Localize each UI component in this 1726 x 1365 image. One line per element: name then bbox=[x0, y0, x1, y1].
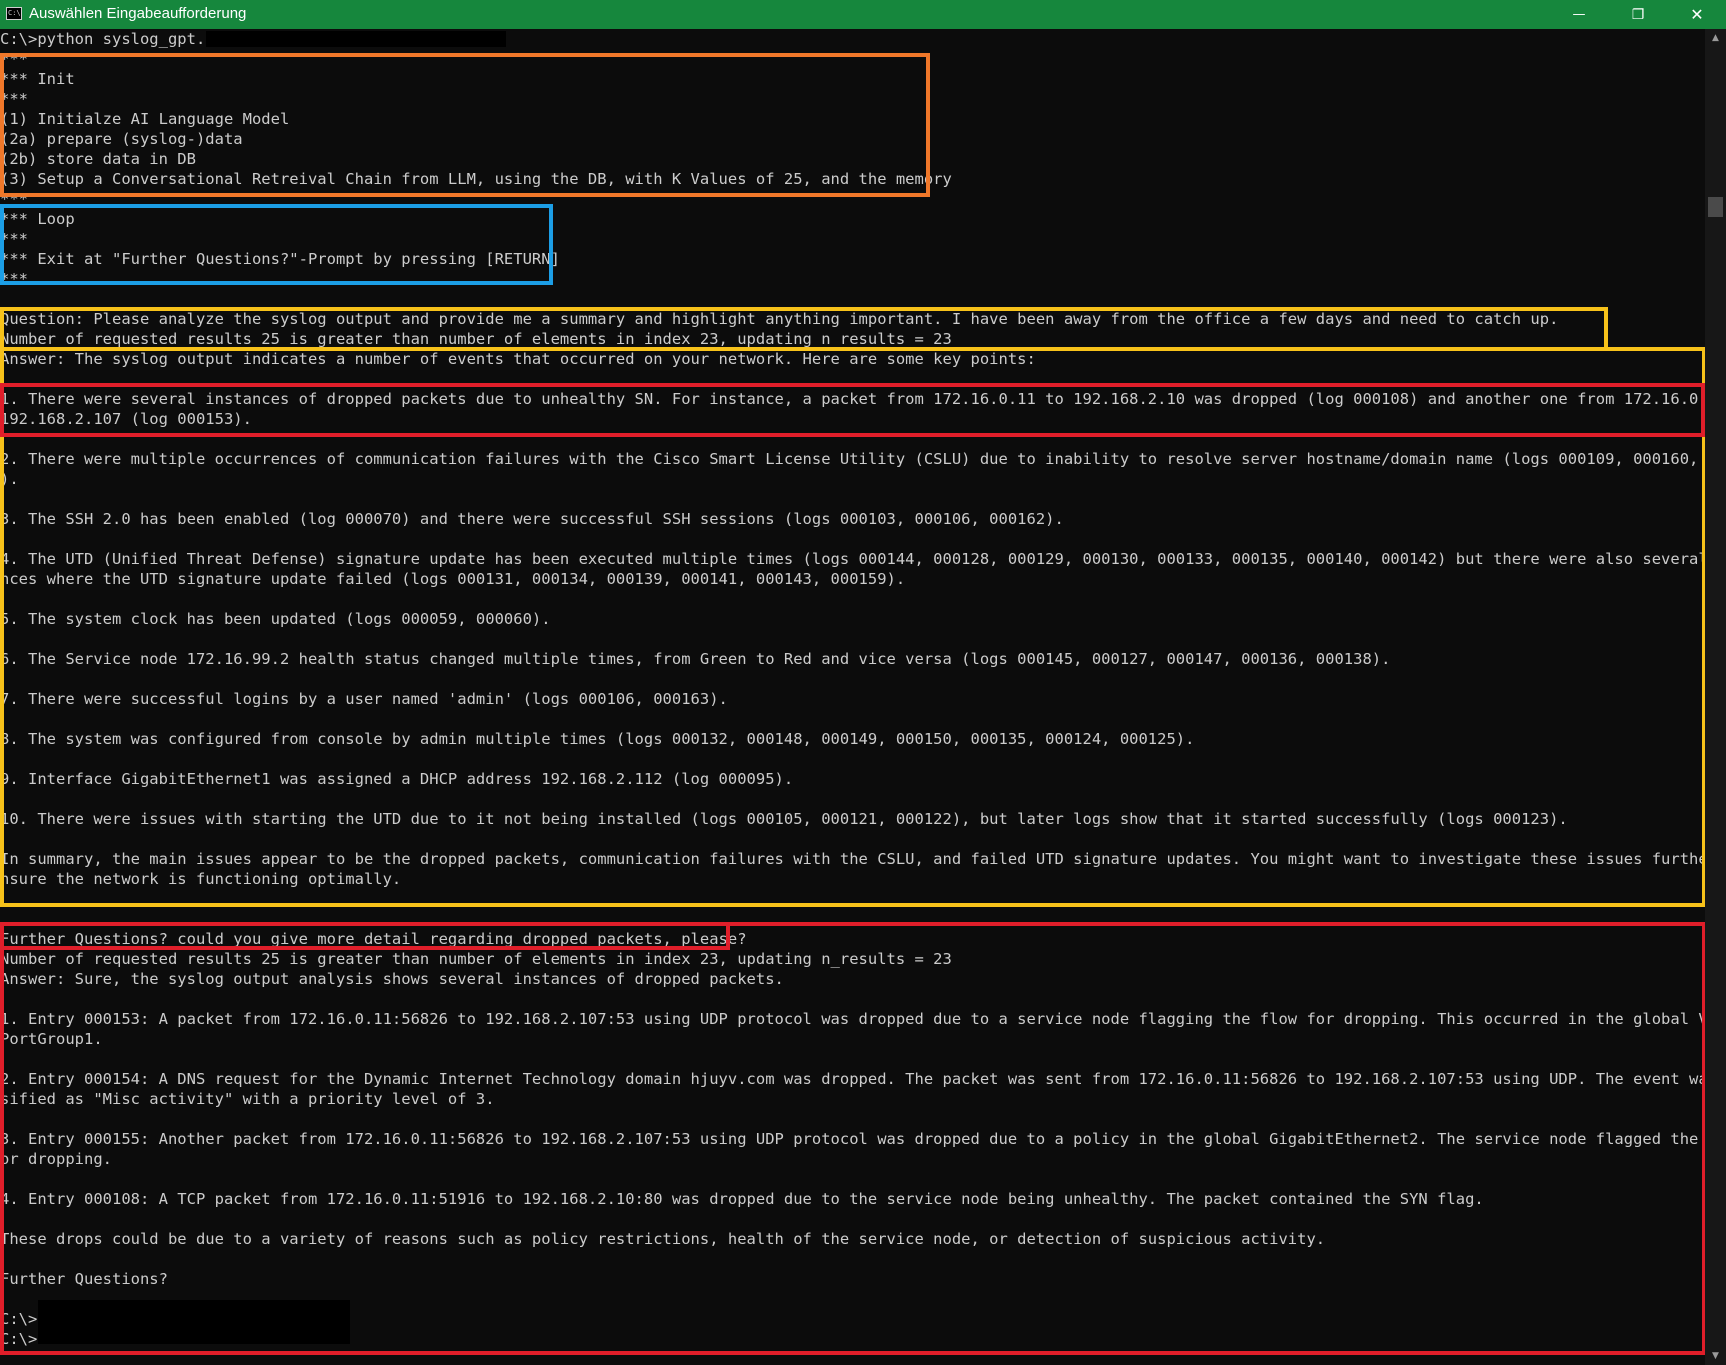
scroll-thumb[interactable] bbox=[1708, 197, 1723, 217]
close-icon: ✕ bbox=[1690, 5, 1704, 24]
dropped-packets-highlight-box bbox=[0, 383, 1705, 437]
loop-highlight-box bbox=[0, 204, 553, 285]
followup-highlight-box bbox=[0, 922, 1706, 1355]
title-bar: C:\ Auswählen Eingabeaufforderung — ❐ ✕ bbox=[0, 0, 1726, 29]
restore-icon: ❐ bbox=[1631, 6, 1645, 23]
init-highlight-box bbox=[0, 53, 930, 197]
redacted-area bbox=[206, 31, 506, 47]
followup-question-highlight-box bbox=[0, 922, 730, 950]
minimize-icon: — bbox=[1572, 7, 1586, 22]
close-button[interactable]: ✕ bbox=[1668, 0, 1726, 29]
minimize-button[interactable]: — bbox=[1550, 0, 1608, 29]
scroll-down-icon[interactable]: ▼ bbox=[1705, 1347, 1726, 1365]
question-highlight-box bbox=[0, 307, 1608, 351]
scroll-up-icon[interactable]: ▲ bbox=[1705, 29, 1726, 47]
vertical-scrollbar[interactable]: ▲ ▼ bbox=[1705, 29, 1726, 1365]
window-title: Auswählen Eingabeaufforderung bbox=[29, 5, 247, 22]
maximize-button[interactable]: ❐ bbox=[1609, 0, 1667, 29]
cmd-app-icon: C:\ bbox=[6, 7, 22, 20]
console-line: C:\>python syslog_gpt.py bbox=[0, 30, 224, 48]
